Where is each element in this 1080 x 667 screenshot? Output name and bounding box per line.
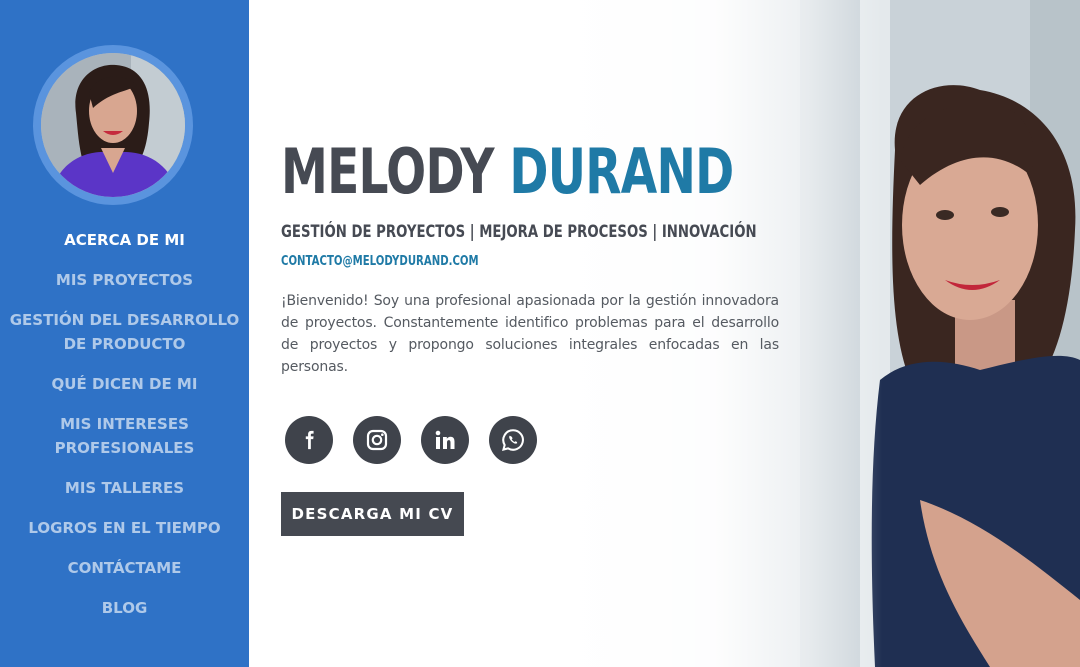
facebook-icon (305, 430, 314, 450)
whatsapp-button[interactable] (489, 416, 537, 464)
intro-text: ¡Bienvenido! Soy una profesional apasion… (281, 293, 779, 375)
sidebar-item-que-dicen-de-mi[interactable]: QUÉ DICEN DE MI (0, 372, 249, 396)
instagram-button[interactable] (353, 416, 401, 464)
download-cv-button[interactable]: DESCARGA MI CV (281, 492, 464, 536)
sidebar-item-mis-proyectos[interactable]: MIS PROYECTOS (0, 268, 249, 292)
sidebar-item-contactame[interactable]: CONTÁCTAME (0, 556, 249, 580)
sidebar-item-mis-intereses-profesionales[interactable]: MIS INTERESES PROFESIONALES (0, 412, 249, 460)
sidebar-item-mis-talleres[interactable]: MIS TALLERES (0, 476, 249, 500)
sidebar: ACERCA DE MI MIS PROYECTOS GESTIÓN DEL D… (0, 0, 249, 667)
whatsapp-icon (502, 429, 524, 451)
sidebar-nav: ACERCA DE MI MIS PROYECTOS GESTIÓN DEL D… (0, 228, 249, 636)
first-name: MELODY (281, 135, 494, 208)
avatar-ring (33, 45, 193, 205)
page: ACERCA DE MI MIS PROYECTOS GESTIÓN DEL D… (0, 0, 1080, 667)
facebook-button[interactable] (285, 416, 333, 464)
hero-content: MELODY DURAND GESTIÓN DE PROYECTOS | MEJ… (281, 128, 779, 392)
avatar (41, 53, 185, 197)
social-links (285, 416, 537, 464)
sidebar-item-acerca-de-mi[interactable]: ACERCA DE MI (0, 228, 249, 252)
email-link[interactable]: CONTACTO@MELODYDURAND.COM (281, 252, 479, 272)
linkedin-button[interactable] (421, 416, 469, 464)
sidebar-item-logros-en-el-tiempo[interactable]: LOGROS EN EL TIEMPO (0, 516, 249, 540)
tagline: GESTIÓN DE PROYECTOS | MEJORA DE PROCESO… (281, 222, 757, 242)
sidebar-item-blog[interactable]: BLOG (0, 596, 249, 620)
linkedin-icon (435, 430, 455, 449)
instagram-icon (366, 429, 388, 451)
sidebar-item-gestion-desarrollo-producto[interactable]: GESTIÓN DEL DESARROLLO DE PRODUCTO (0, 308, 249, 356)
page-title: MELODY DURAND (281, 128, 734, 216)
last-name: DURAND (509, 135, 734, 208)
